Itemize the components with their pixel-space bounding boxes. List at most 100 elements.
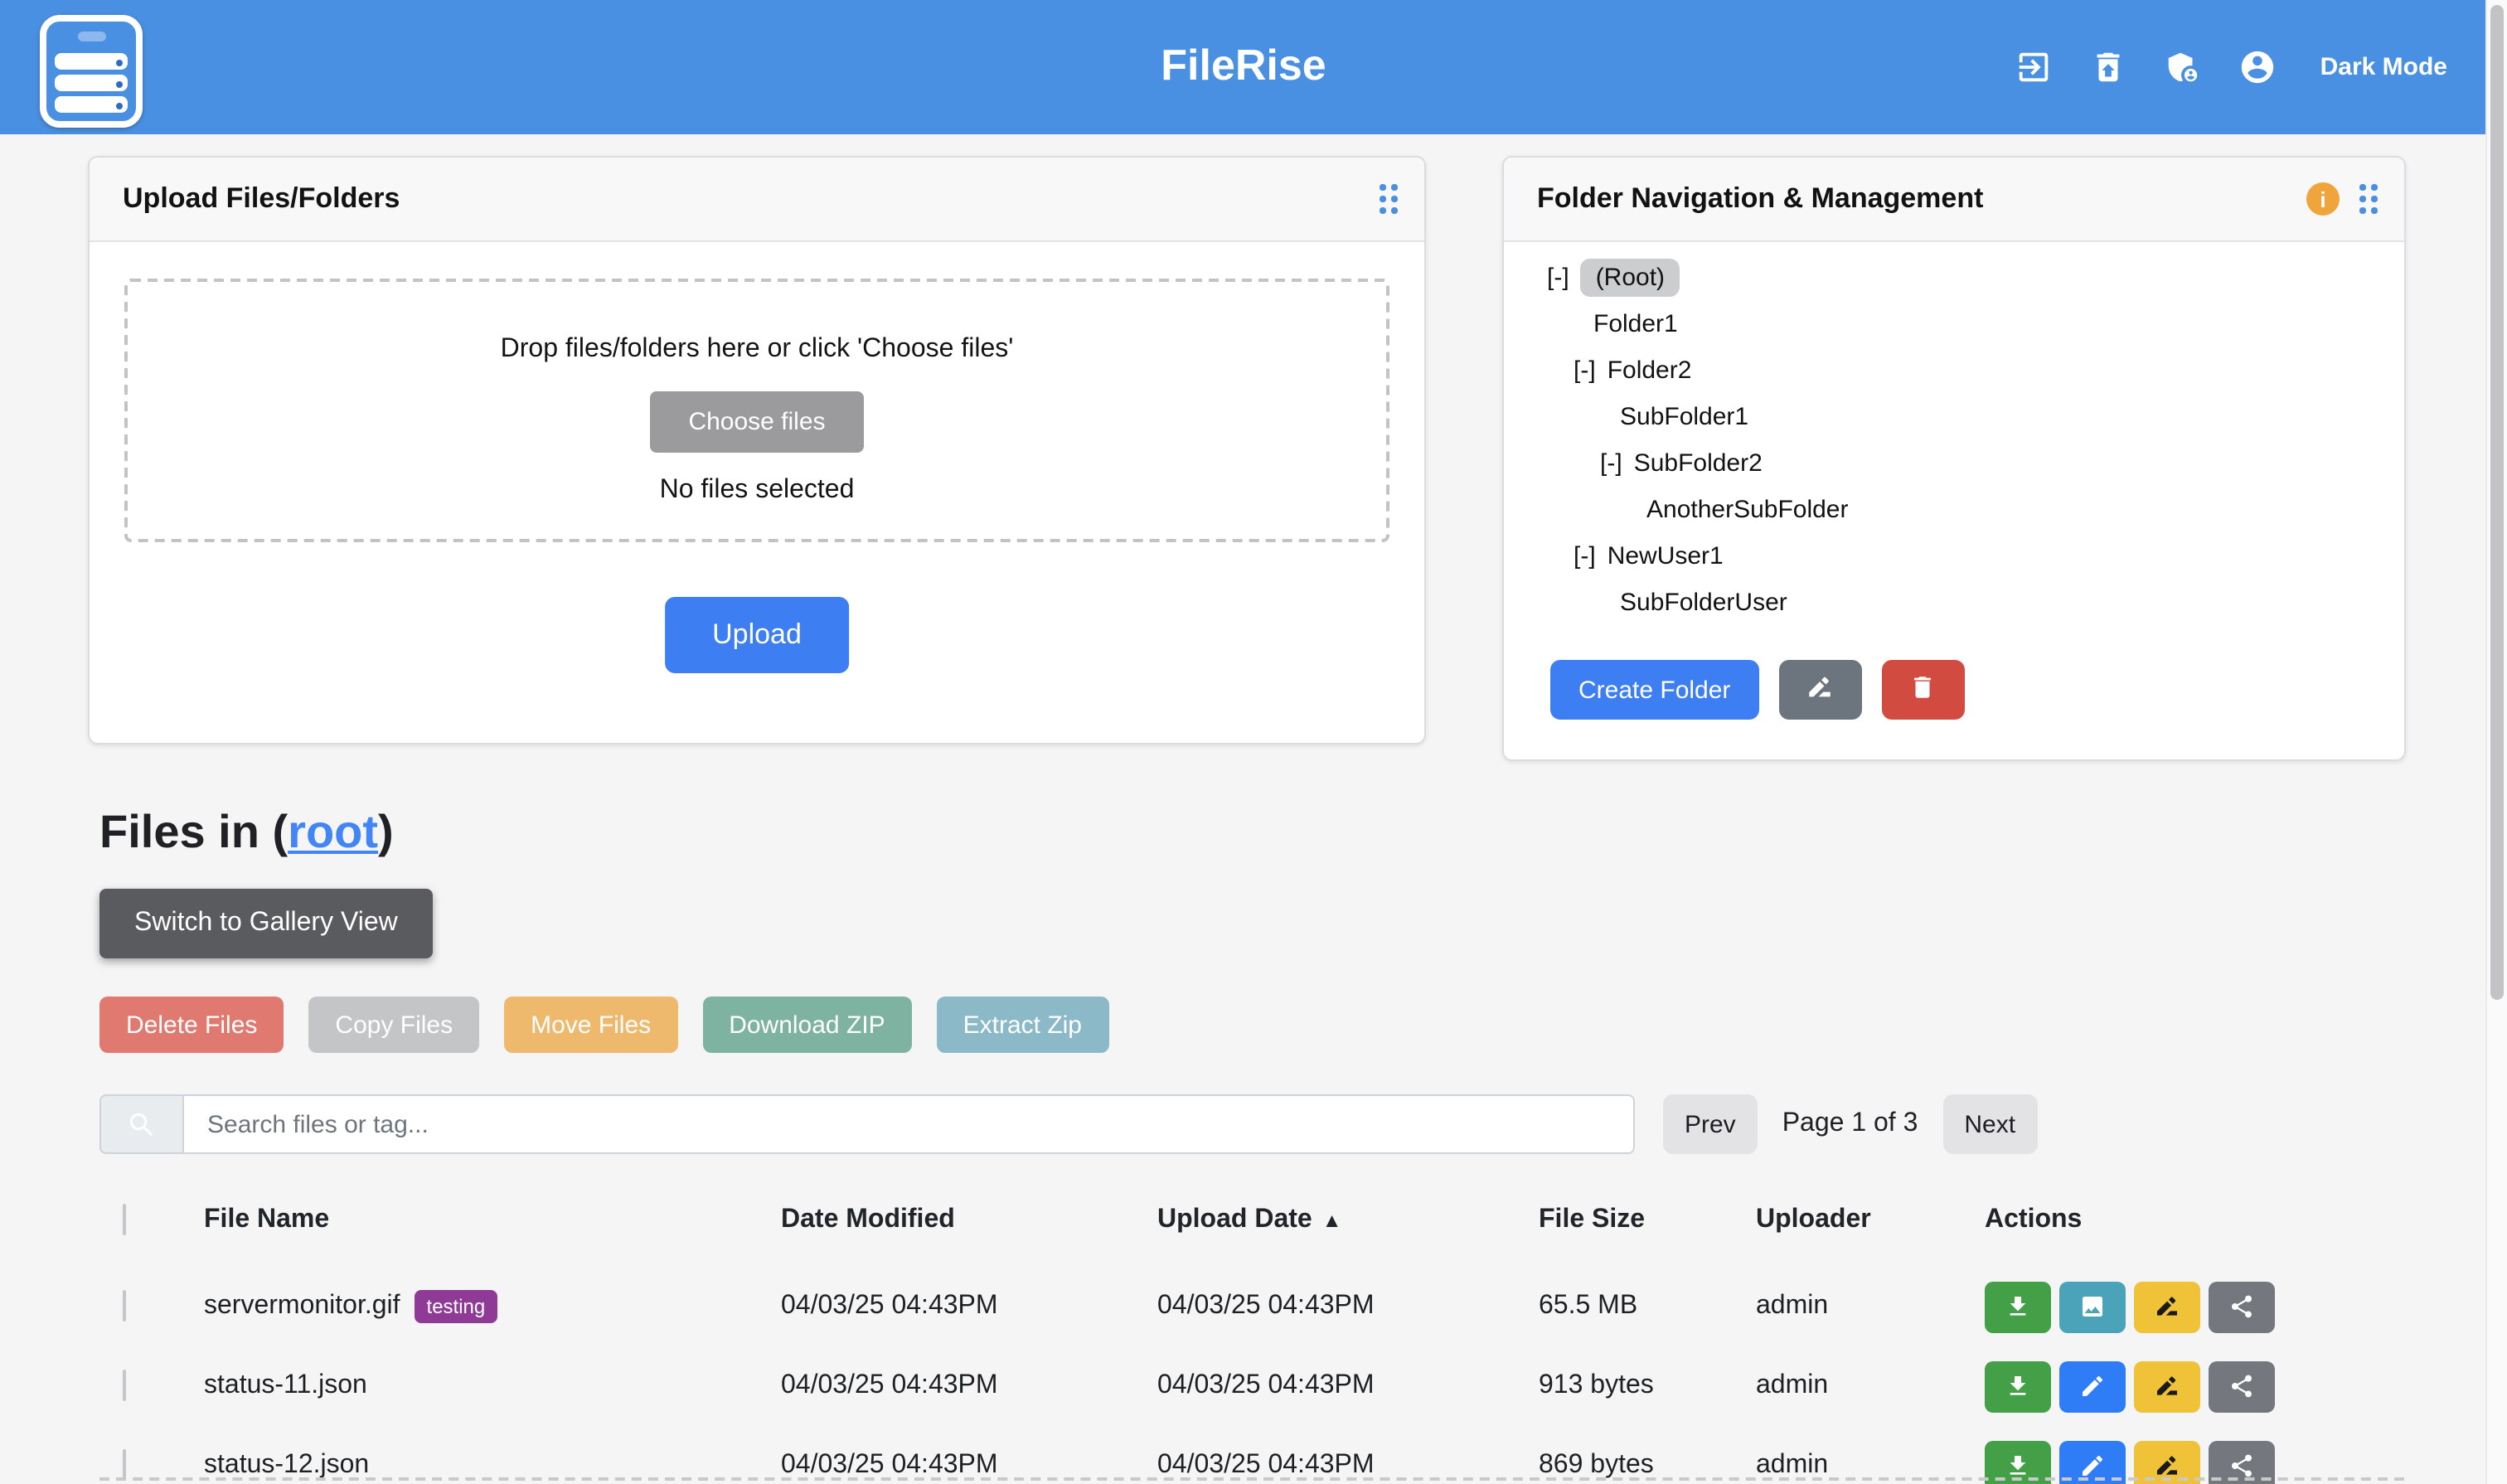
root-link[interactable]: root	[288, 806, 378, 857]
row-checkbox[interactable]	[123, 1449, 126, 1481]
choose-files-button[interactable]: Choose files	[650, 391, 863, 453]
drag-handle-icon[interactable]	[2359, 184, 2378, 214]
download-button[interactable]	[1985, 1281, 2051, 1332]
admin-shield-icon[interactable]	[2165, 48, 2203, 86]
tag-badge: testing	[415, 1290, 497, 1323]
tree-label[interactable]: NewUser1	[1607, 541, 1724, 570]
folder-actions: Create Folder	[1550, 660, 1964, 720]
date-modified: 04/03/25 04:43PM	[781, 1371, 1157, 1401]
account-icon[interactable]	[2239, 48, 2277, 86]
column-header-date-modified[interactable]: Date Modified	[781, 1205, 1157, 1235]
drag-handle-icon[interactable]	[1380, 184, 1398, 214]
file-name[interactable]: servermonitor.gif	[204, 1292, 400, 1322]
download-zip-button[interactable]: Download ZIP	[702, 997, 911, 1053]
tree-toggle[interactable]: [-]	[1574, 356, 1596, 384]
tree-item-subfolder1[interactable]: SubFolder1	[1504, 393, 2404, 439]
tree-label[interactable]: (Root)	[1581, 258, 1680, 296]
date-modified: 04/03/25 04:43PM	[781, 1292, 1157, 1322]
row-checkbox[interactable]	[123, 1370, 126, 1401]
tree-toggle[interactable]: [-]	[1574, 541, 1596, 570]
extract-zip-button[interactable]: Extract Zip	[937, 997, 1108, 1053]
edit-icon	[2079, 1373, 2106, 1399]
info-icon[interactable]: i	[2306, 182, 2340, 216]
share-icon	[2228, 1452, 2255, 1479]
heading-prefix: Files in (	[99, 806, 288, 857]
upload-date: 04/03/25 04:43PM	[1157, 1451, 1539, 1481]
preview-button[interactable]	[2059, 1281, 2126, 1332]
share-button[interactable]	[2209, 1360, 2275, 1412]
tree-label[interactable]: Folder2	[1607, 356, 1692, 384]
column-header-file-name[interactable]: File Name	[204, 1205, 781, 1235]
folder-card-title: Folder Navigation & Management	[1537, 182, 1983, 216]
tree-toggle[interactable]: [-]	[1600, 449, 1622, 477]
tree-item-subfolder2[interactable]: [-] SubFolder2	[1504, 439, 2404, 486]
tree-label[interactable]: SubFolderUser	[1620, 588, 1787, 616]
move-files-button[interactable]: Move Files	[504, 997, 677, 1053]
search-input[interactable]	[182, 1094, 1635, 1154]
download-button[interactable]	[1985, 1360, 2051, 1412]
rename-button[interactable]	[2134, 1281, 2200, 1332]
delete-files-button[interactable]: Delete Files	[99, 997, 284, 1053]
share-icon	[2228, 1373, 2255, 1399]
select-all-checkbox[interactable]	[123, 1204, 126, 1235]
upload-card-header: Upload Files/Folders	[90, 158, 1424, 242]
column-header-file-size[interactable]: File Size	[1539, 1205, 1756, 1235]
search-icon	[99, 1094, 182, 1154]
share-button[interactable]	[2209, 1281, 2275, 1332]
download-icon	[2005, 1373, 2031, 1399]
column-header-upload-date[interactable]: Upload Date▲	[1157, 1205, 1539, 1235]
tree-label[interactable]: Folder1	[1593, 309, 1678, 337]
filerise-app: FileRise Dark Mode Upload Files/Folders …	[0, 0, 2507, 1484]
uploader: admin	[1756, 1451, 1985, 1481]
preview-icon	[2079, 1293, 2106, 1320]
tree-item-anothersubfolder[interactable]: AnotherSubFolder	[1504, 486, 2404, 532]
column-header-uploader[interactable]: Uploader	[1756, 1205, 1985, 1235]
upload-dropzone[interactable]: Drop files/folders here or click 'Choose…	[124, 279, 1389, 542]
prev-page-button[interactable]: Prev	[1663, 1094, 1758, 1154]
tree-item-subfolderuser[interactable]: SubFolderUser	[1504, 579, 2404, 625]
rename-icon	[1806, 673, 1834, 706]
delete-folder-button[interactable]	[1881, 660, 1964, 720]
folder-tree: [-] (Root) Folder1 [-] Folder2 SubFolder1 [-] S…	[1504, 254, 2404, 625]
tree-item-folder2[interactable]: [-] Folder2	[1504, 347, 2404, 393]
download-icon	[2005, 1293, 2031, 1320]
file-name[interactable]: status-12.json	[204, 1451, 369, 1481]
tree-item-newuser1[interactable]: [-] NewUser1	[1504, 532, 2404, 579]
upload-card: Upload Files/Folders Drop files/folders …	[88, 156, 1426, 744]
date-modified: 04/03/25 04:43PM	[781, 1451, 1157, 1481]
column-header-actions: Actions	[1985, 1205, 2404, 1235]
restore-trash-icon[interactable]	[2090, 48, 2128, 86]
tree-label[interactable]: SubFolder1	[1620, 402, 1748, 430]
row-checkbox[interactable]	[123, 1290, 126, 1322]
tree-toggle[interactable]: [-]	[1547, 263, 1569, 291]
upload-date: 04/03/25 04:43PM	[1157, 1292, 1539, 1322]
logout-icon[interactable]	[2015, 48, 2054, 86]
table-row: status-11.json04/03/25 04:43PM04/03/25 0…	[99, 1346, 2404, 1426]
heading-suffix: )	[378, 806, 394, 857]
create-folder-button[interactable]: Create Folder	[1550, 660, 1758, 720]
next-page-button[interactable]: Next	[1942, 1094, 2037, 1154]
copy-files-button[interactable]: Copy Files	[308, 997, 479, 1053]
tree-item-folder1[interactable]: Folder1	[1504, 300, 2404, 347]
scrollbar-thumb[interactable]	[2490, 5, 2504, 1000]
table-header: File NameDate ModifiedUpload Date▲File S…	[99, 1194, 2404, 1247]
file-size: 65.5 MB	[1539, 1292, 1756, 1322]
app-header: FileRise Dark Mode	[0, 0, 2487, 134]
file-table: File NameDate ModifiedUpload Date▲File S…	[99, 1194, 2404, 1484]
folder-nav-card: Folder Navigation & Management i [-] (Roo…	[1502, 156, 2406, 761]
download-icon	[2005, 1452, 2031, 1479]
uploader: admin	[1756, 1292, 1985, 1322]
tree-label[interactable]: SubFolder2	[1634, 449, 1763, 477]
dark-mode-toggle[interactable]: Dark Mode	[2320, 53, 2447, 81]
rename-folder-button[interactable]	[1778, 660, 1861, 720]
rename-button[interactable]	[2134, 1360, 2200, 1412]
edit-button[interactable]	[2059, 1360, 2126, 1412]
bulk-actions-row: Delete Files Copy Files Move Files Download…	[99, 997, 1108, 1053]
scrollbar-track[interactable]	[2485, 0, 2507, 1484]
file-name[interactable]: status-11.json	[204, 1371, 367, 1401]
file-list-dropzone-edge	[99, 1477, 2404, 1481]
tree-label[interactable]: AnotherSubFolder	[1646, 495, 1849, 523]
upload-button[interactable]: Upload	[664, 597, 850, 673]
tree-item-root[interactable]: [-] (Root)	[1504, 254, 2404, 300]
gallery-view-button[interactable]: Switch to Gallery View	[99, 889, 433, 958]
